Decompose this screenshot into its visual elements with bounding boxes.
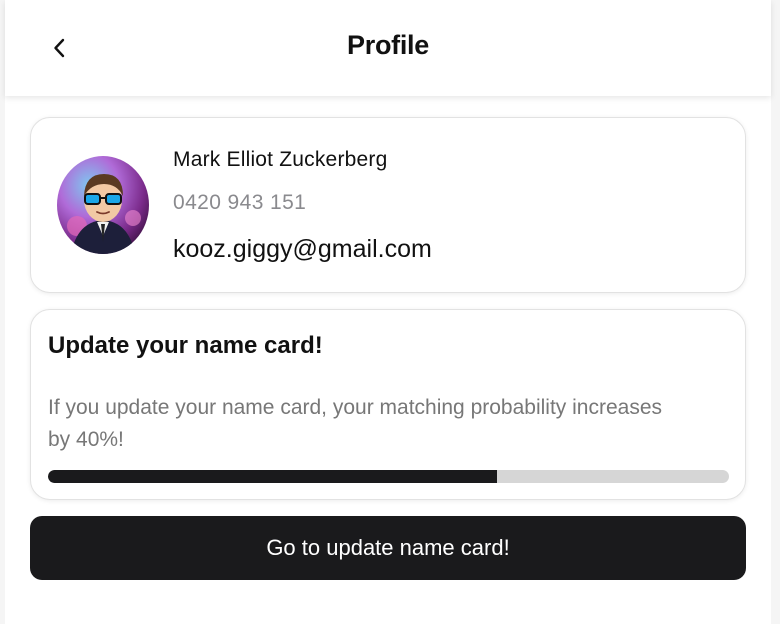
- profile-name: Mark Elliot Zuckerberg: [173, 148, 388, 171]
- progress-bar-fill: [48, 470, 498, 483]
- profile-phone: 0420 943 151: [173, 191, 307, 214]
- update-name-card-button[interactable]: Go to update name card!: [30, 516, 746, 580]
- profile-card: Mark Elliot Zuckerberg 0420 943 151 kooz…: [30, 117, 746, 293]
- prompt-title: Update your name card!: [48, 332, 323, 359]
- progress-bar: [48, 470, 729, 483]
- prompt-description: If you update your name card, your match…: [48, 396, 662, 451]
- profile-email: kooz.giggy@gmail.com: [173, 235, 432, 263]
- page-title: Profile: [347, 30, 429, 60]
- avatar[interactable]: [57, 156, 149, 254]
- name-card-prompt: Update your name card! If you update you…: [30, 309, 746, 500]
- avatar-image: [57, 156, 149, 254]
- app-header: Profile: [5, 0, 771, 96]
- profile-screen: Profile Mark Elliot Zuckerberg 0420 943 …: [5, 0, 771, 624]
